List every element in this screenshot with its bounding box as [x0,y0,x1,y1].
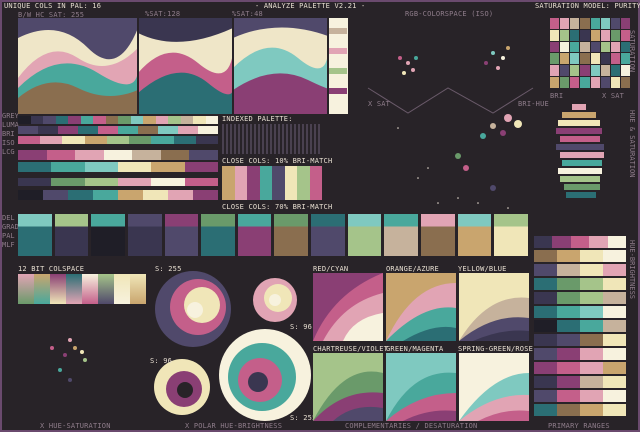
rgb-colorspace-plot [367,46,534,209]
primary-range-row [534,236,627,248]
bitspace-label: 12 BIT COLSPACE [18,265,85,273]
left-side-labels: GREY LUMA BRI ISO LCG [2,112,19,157]
sat-bar [558,168,602,174]
sat-bar [556,128,602,134]
polar-s96b-label: S: 96 [150,357,173,365]
footer-polar: X POLAR HUE-BRIGHTNESS [185,422,283,430]
side-label-mlf: MLF [2,241,15,249]
primary-range-row [534,250,626,262]
primary-range-row [534,278,626,290]
indexed-palette-grid [222,124,322,154]
sat-bar [562,160,602,166]
palette-swatch-row [18,214,528,256]
primary-range-row [534,348,626,360]
colorspace-bri-hue-label: BRI-HUE [518,100,549,108]
side-label-grey: GREY [2,112,19,120]
polar-hue-wheels [154,271,311,421]
primary-range-row [534,362,626,374]
close-cols-10-label: CLOSE COLS: 10% BRI-MATCH [222,157,333,165]
sat-bar [564,184,600,190]
colorspace-label: RGB-COLORSPACE (ISO) [405,10,494,18]
side-label-lcg: LCG [2,148,15,156]
primary-range-row [534,376,626,388]
comp-yellow-blue-label: YELLOW/BLUE [458,265,507,273]
side-label-pal: PAL [2,232,15,240]
primary-range-row [534,404,626,416]
sat-bar [566,192,596,198]
sat-bar [556,144,604,150]
primary-range-row [534,306,626,318]
stripe-row [18,190,218,200]
stripe-row [18,136,218,144]
bitspace-strip [18,274,146,304]
bitspace-dots [50,338,87,382]
app-title: - ANALYZE PALETTE V2.21 - [255,2,366,10]
right-bri-label: BRI [550,92,564,100]
complementary-panels [313,273,529,421]
left-lower-labels: DEL GRAD PAL MLF [2,214,19,250]
side-label-bri: BRI [2,130,15,138]
right-vertical-label-2: HUE & SATURATION [628,110,636,178]
unique-cols-label: UNIQUE COLS IN PAL: 16 [4,2,102,10]
right-vertical-label-1: SATURATION [628,30,636,73]
side-label-luma: LUMA [2,121,19,129]
stripe-row [18,178,218,186]
primary-range-row [534,334,626,346]
close-cols-70-label: CLOSE COLS: 70% BRI-MATCH [222,203,333,211]
footer-hue-sat: X HUE-SATURATION [40,422,111,430]
close-cols-10-swatches [222,166,322,200]
stripe-row [18,126,218,134]
side-label-grad: GRAD [2,223,19,231]
primary-range-row [534,390,626,402]
stripe-row [18,162,218,172]
hue-sat-grid [550,18,630,88]
stripe-row [18,116,218,124]
side-label-iso: ISO [2,139,15,147]
indexed-palette-title: INDEXED PALETTE: [222,115,293,123]
sat-bar [560,176,600,182]
comp-red-cyan-label: RED/CYAN [313,265,349,273]
footer-primary-ranges: PRIMARY RANGES [548,422,610,430]
comp-orange-azure-label: ORANGE/AZURE [386,265,439,273]
sat-bar [560,152,604,158]
sat-right-label: %SAT:48 [232,10,263,18]
stripe-row [18,150,219,160]
right-sat-label: X SAT [602,92,625,100]
side-label-del: DEL [2,214,15,222]
sat-center-label: %SAT:128 [145,10,181,18]
sat-bar [560,136,600,142]
sat-bar [558,120,600,126]
polar-s255-label: S: 255 [155,265,182,273]
right-vertical-label-3: HUE-BRIGHTNESS [628,240,636,300]
primary-range-row [534,292,626,304]
saturation-model-label: SATURATION MODEL: PURITY [535,2,640,10]
colorspace-sat-label: X SAT [368,100,391,108]
sat-bar [572,104,586,110]
footer-complementaries: COMPLEMENTARIES / DESATURATION [345,422,478,430]
primary-range-row [534,320,626,332]
sat-bar [562,112,596,118]
primary-range-row [534,264,626,276]
polar-s96-label: S: 96 [290,323,313,331]
hue-wave-panels [18,18,348,114]
